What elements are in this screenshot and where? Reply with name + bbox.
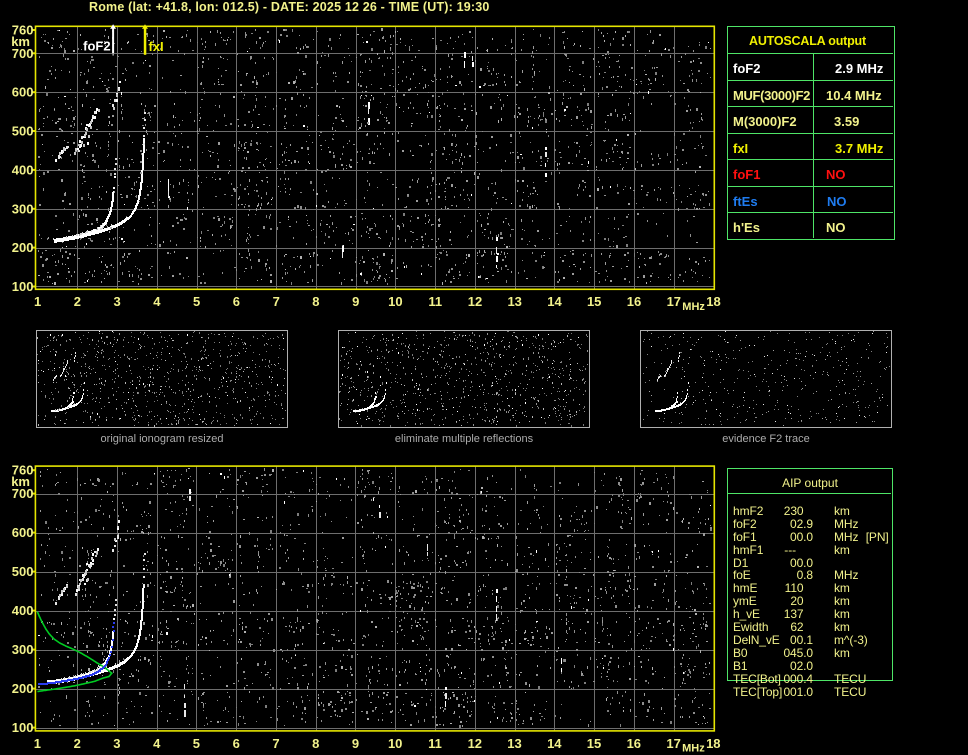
svg-text:12: 12 — [468, 736, 482, 751]
svg-text:2: 2 — [74, 294, 81, 309]
svg-text:4: 4 — [153, 736, 161, 751]
svg-text:14: 14 — [547, 736, 562, 751]
svg-text:200: 200 — [12, 681, 34, 696]
svg-text:7: 7 — [272, 736, 279, 751]
svg-text:7: 7 — [273, 294, 280, 309]
svg-text:8: 8 — [312, 736, 319, 751]
svg-text:300: 300 — [12, 642, 34, 657]
svg-text:400: 400 — [12, 603, 34, 618]
svg-text:12: 12 — [468, 294, 482, 309]
svg-text:6: 6 — [233, 294, 240, 309]
svg-text:600: 600 — [12, 85, 34, 100]
svg-text:km: km — [11, 34, 30, 49]
svg-text:MHz: MHz — [682, 742, 705, 754]
svg-text:MHz: MHz — [682, 301, 705, 313]
svg-text:17: 17 — [666, 736, 680, 751]
svg-text:400: 400 — [12, 162, 34, 177]
svg-text:4: 4 — [153, 294, 161, 309]
svg-text:300: 300 — [12, 201, 34, 216]
svg-text:11: 11 — [428, 294, 442, 309]
svg-text:11: 11 — [428, 736, 442, 751]
svg-text:10: 10 — [388, 736, 402, 751]
svg-text:5: 5 — [193, 736, 200, 751]
svg-text:9: 9 — [352, 736, 359, 751]
svg-text:500: 500 — [12, 124, 34, 139]
svg-text:13: 13 — [507, 736, 521, 751]
svg-text:100: 100 — [12, 279, 34, 294]
svg-text:1: 1 — [34, 294, 41, 309]
svg-text:16: 16 — [627, 294, 641, 309]
svg-text:km: km — [11, 474, 30, 489]
svg-text:3: 3 — [113, 736, 120, 751]
svg-text:100: 100 — [12, 720, 34, 735]
svg-text:16: 16 — [627, 736, 641, 751]
svg-text:18: 18 — [706, 294, 720, 309]
svg-text:9: 9 — [352, 294, 359, 309]
svg-text:fxI: fxI — [149, 39, 164, 54]
svg-text:14: 14 — [547, 294, 562, 309]
svg-text:foF2: foF2 — [83, 39, 110, 54]
svg-text:15: 15 — [587, 736, 601, 751]
svg-text:500: 500 — [12, 564, 34, 579]
svg-text:5: 5 — [193, 294, 200, 309]
svg-text:10: 10 — [388, 294, 402, 309]
svg-text:6: 6 — [233, 736, 240, 751]
svg-text:600: 600 — [12, 525, 34, 540]
svg-text:18: 18 — [706, 736, 720, 751]
svg-text:8: 8 — [312, 294, 319, 309]
svg-text:2: 2 — [74, 736, 81, 751]
svg-text:1: 1 — [34, 736, 41, 751]
svg-text:3: 3 — [113, 294, 120, 309]
svg-text:17: 17 — [667, 294, 681, 309]
svg-text:200: 200 — [12, 240, 34, 255]
svg-text:15: 15 — [587, 294, 601, 309]
svg-text:13: 13 — [507, 294, 521, 309]
